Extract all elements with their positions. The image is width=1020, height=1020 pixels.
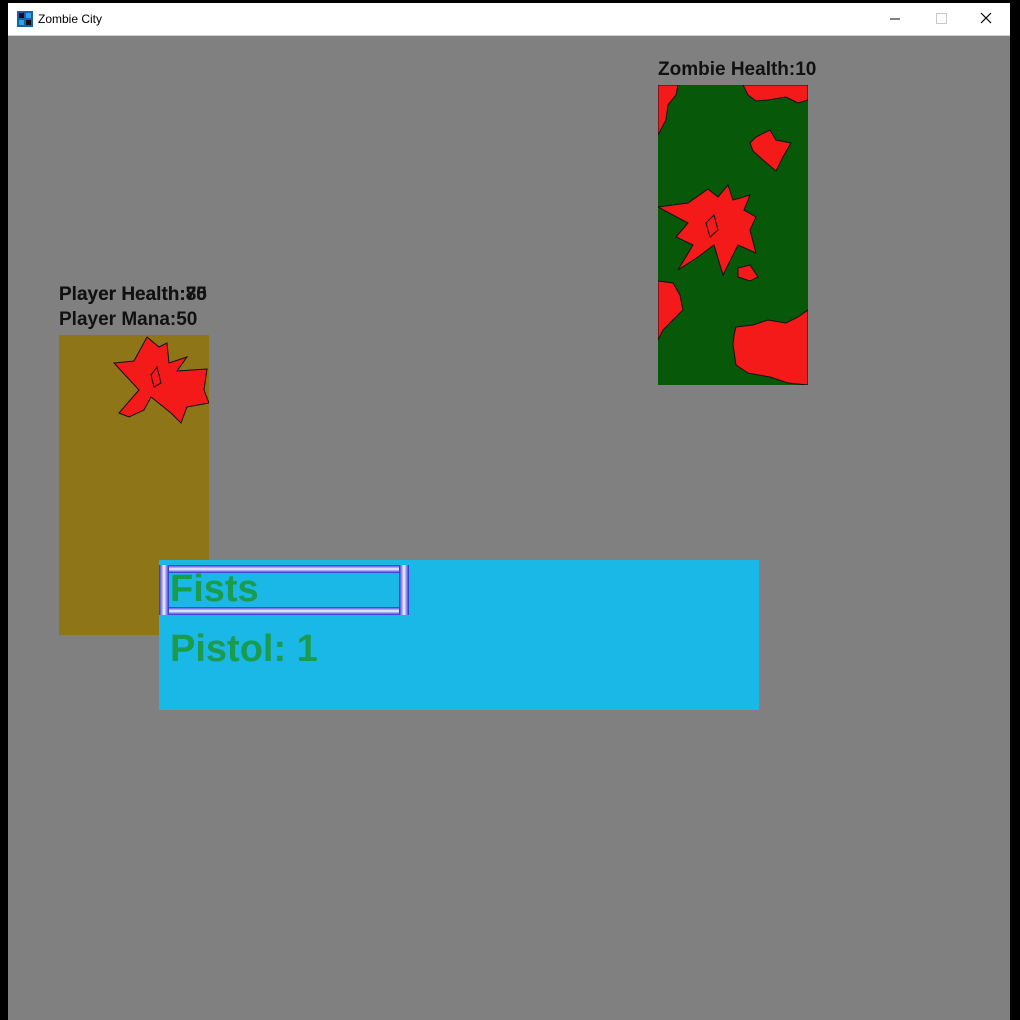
maximize-icon: [936, 13, 947, 24]
app-icon: [17, 11, 33, 27]
minimize-button[interactable]: [872, 3, 918, 35]
close-icon: [980, 12, 992, 24]
zombie-blood-icon: [658, 85, 808, 385]
window-title: Zombie City: [38, 12, 103, 26]
game-canvas[interactable]: Zombie Health:10 Player Health:75 Player…: [8, 36, 1010, 1020]
zombie-sprite[interactable]: [658, 85, 808, 385]
player-mana-label: Player Mana:50: [59, 309, 198, 330]
maximize-button[interactable]: [918, 3, 964, 35]
zombie-health-label: Zombie Health:10: [658, 59, 817, 80]
weapon-pistol[interactable]: Pistol: 1: [170, 628, 318, 671]
title-bar[interactable]: Zombie City: [8, 3, 1010, 36]
weapon-fists[interactable]: Fists: [170, 568, 259, 611]
close-button[interactable]: [964, 3, 1010, 35]
player-health-label-overlap: Player Health:80: [59, 284, 207, 305]
game-window: Zombie City Zombie Health:10 Player Heal…: [8, 3, 1010, 1020]
minimize-icon: [890, 18, 900, 20]
weapon-menu: Fists Pistol: 1: [159, 560, 759, 710]
